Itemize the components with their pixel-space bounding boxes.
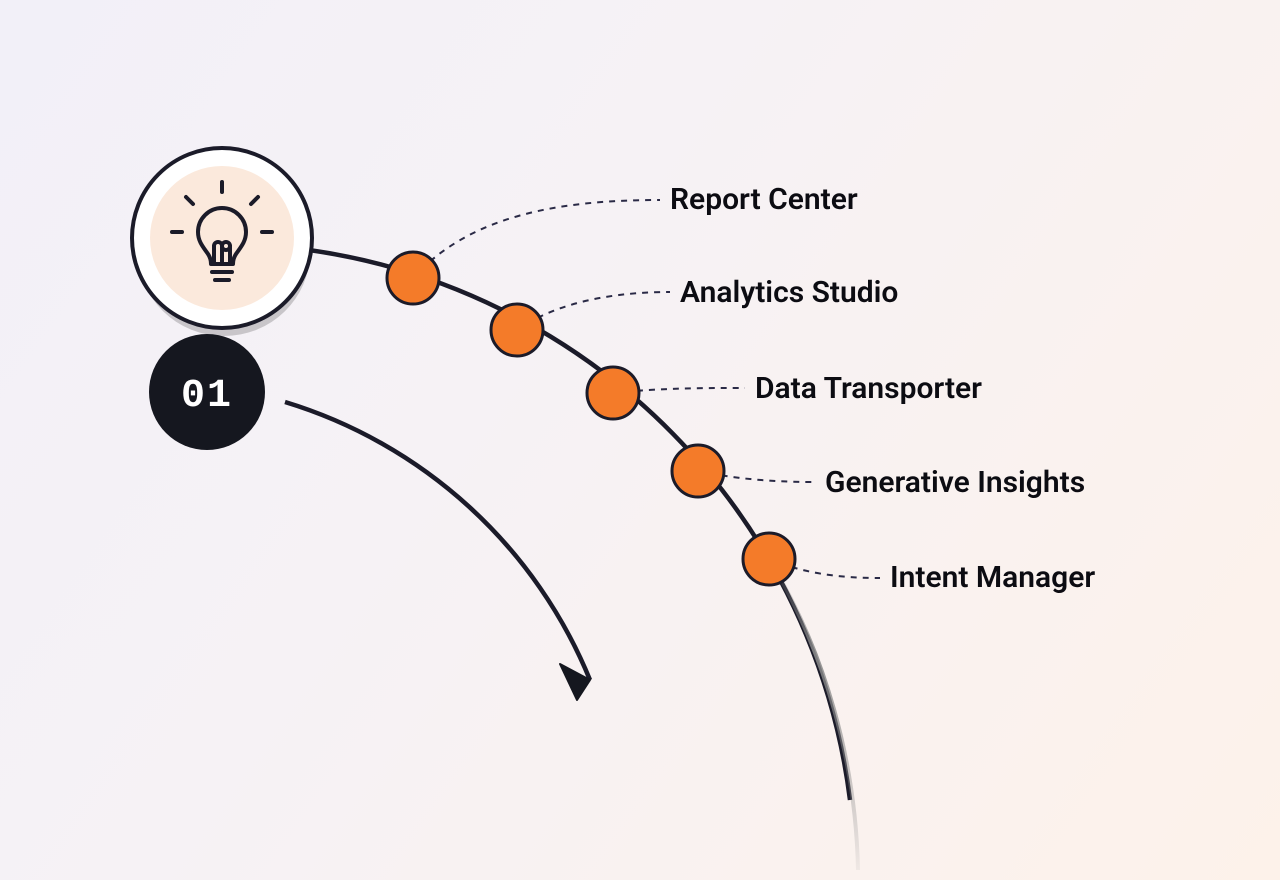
badge-number-text: 01 <box>181 374 233 419</box>
idea-icon-circle <box>132 148 312 336</box>
node-dot-4 <box>672 445 724 497</box>
diagram-stage: 01 <box>0 0 1280 880</box>
node-label-1: Report Center <box>670 182 858 217</box>
node-dot-2 <box>491 304 543 356</box>
arrow-arc <box>285 402 590 680</box>
dash-connector-1 <box>413 200 660 278</box>
node-label-2: Analytics Studio <box>680 275 898 310</box>
node-dot-3 <box>587 367 639 419</box>
node-label-3: Data Transporter <box>755 371 982 406</box>
node-dot-1 <box>387 252 439 304</box>
node-arc <box>309 250 850 800</box>
node-label-5: Intent Manager <box>890 560 1095 595</box>
node-dot-5 <box>743 533 795 585</box>
number-badge: 01 <box>149 334 265 450</box>
node-arc-fade <box>770 560 858 870</box>
node-label-4: Generative Insights <box>825 465 1085 500</box>
